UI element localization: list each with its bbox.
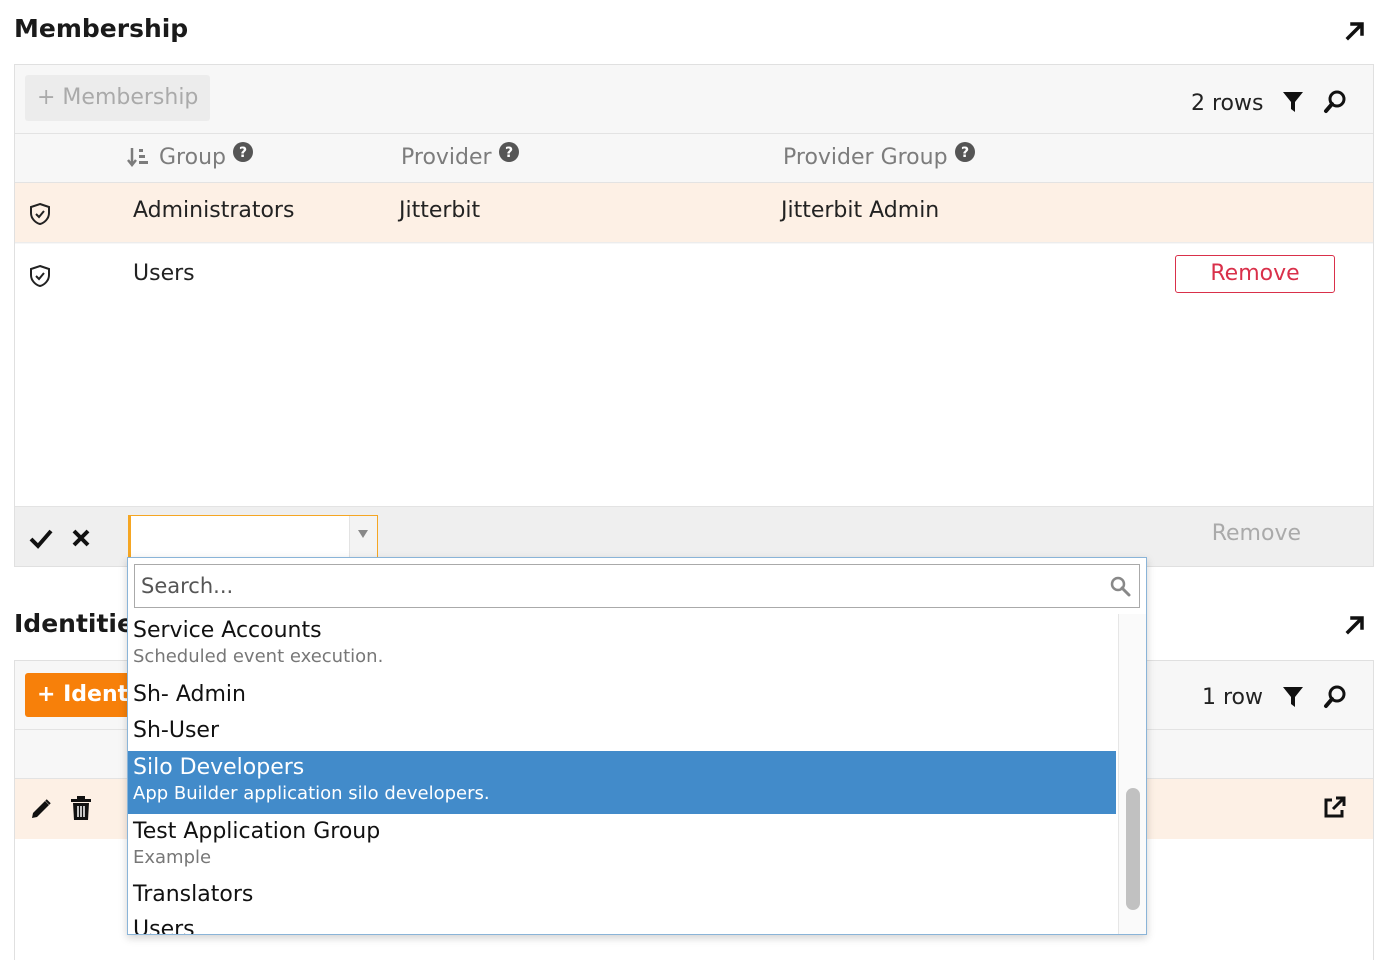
column-header-provider-group[interactable]: Provider Group? xyxy=(783,134,976,182)
trash-icon[interactable] xyxy=(70,795,92,821)
option-description: Scheduled event execution. xyxy=(133,646,384,667)
group-dropdown[interactable]: Service Accounts Scheduled event executi… xyxy=(127,557,1147,935)
scrollbar-thumb[interactable] xyxy=(1126,788,1140,910)
column-group-label: Group xyxy=(159,145,226,170)
option-label: Sh- Admin xyxy=(133,682,246,707)
svg-text:?: ? xyxy=(961,145,969,161)
shield-check-icon xyxy=(30,264,50,288)
option-label: Sh-User xyxy=(133,718,219,743)
search-icon[interactable] xyxy=(1323,89,1347,115)
dropdown-option[interactable]: Test Application Group Example xyxy=(128,814,1116,876)
option-description: App Builder application silo developers. xyxy=(133,783,490,804)
group-cell: Users xyxy=(133,261,195,286)
table-row[interactable]: Administrators Jitterbit Jitterbit Admin xyxy=(15,183,1373,243)
option-label: Silo Developers xyxy=(133,755,305,780)
sort-icon[interactable] xyxy=(127,146,149,168)
group-select[interactable] xyxy=(128,515,378,559)
dropdown-scrollbar[interactable] xyxy=(1118,614,1146,934)
chevron-down-icon xyxy=(358,530,368,538)
column-provider-label: Provider xyxy=(401,145,492,170)
dropdown-option[interactable]: Service Accounts Scheduled event executi… xyxy=(128,614,1116,676)
dropdown-option[interactable]: Users xyxy=(128,913,1116,935)
help-icon[interactable]: ? xyxy=(954,141,976,163)
remove-button[interactable]: Remove xyxy=(1175,255,1335,293)
provider-group-cell: Jitterbit Admin xyxy=(781,198,940,223)
external-link-icon[interactable] xyxy=(1321,795,1347,821)
help-icon[interactable]: ? xyxy=(498,141,520,163)
membership-panel: + Membership 2 rows Group? Provider? Pro… xyxy=(14,64,1374,567)
dropdown-options-list[interactable]: Service Accounts Scheduled event executi… xyxy=(128,614,1116,935)
membership-table-header: Group? Provider? Provider Group? xyxy=(15,133,1373,183)
remove-button-disabled[interactable]: Remove xyxy=(1212,521,1301,546)
option-label: Translators xyxy=(133,882,254,907)
shield-check-icon xyxy=(30,202,50,226)
expand-arrow-icon[interactable] xyxy=(1342,18,1368,44)
dropdown-option[interactable]: Sh- Admin xyxy=(128,676,1116,712)
option-label: Test Application Group xyxy=(133,819,381,844)
column-header-provider[interactable]: Provider? xyxy=(401,134,520,182)
svg-text:?: ? xyxy=(239,145,247,161)
table-row[interactable]: Users Remove xyxy=(15,244,1373,506)
filter-icon[interactable] xyxy=(1281,89,1305,115)
filter-icon[interactable] xyxy=(1281,684,1305,710)
identities-rows-count: 1 row xyxy=(1202,685,1264,710)
column-provider-group-label: Provider Group xyxy=(783,145,948,170)
dropdown-search-input[interactable] xyxy=(135,565,1095,607)
search-icon xyxy=(1110,576,1131,597)
dropdown-search-box[interactable] xyxy=(134,564,1140,608)
checkmark-icon[interactable] xyxy=(29,527,53,549)
expand-arrow-icon[interactable] xyxy=(1342,612,1368,638)
column-header-group[interactable]: Group? xyxy=(127,134,254,182)
option-label: Users xyxy=(133,917,195,935)
add-identity-button[interactable]: + Identity xyxy=(25,673,135,717)
svg-text:?: ? xyxy=(505,145,513,161)
dropdown-option-selected[interactable]: Silo Developers App Builder application … xyxy=(128,751,1116,814)
select-caret-area[interactable] xyxy=(349,516,377,558)
membership-rows-count: 2 rows xyxy=(1191,91,1264,116)
option-description: Example xyxy=(133,847,212,868)
dropdown-option[interactable]: Sh-User xyxy=(128,712,1116,748)
close-icon[interactable] xyxy=(71,528,91,548)
search-icon[interactable] xyxy=(1323,684,1347,710)
help-icon[interactable]: ? xyxy=(232,141,254,163)
option-label: Service Accounts xyxy=(133,618,322,643)
group-cell: Administrators xyxy=(133,198,295,223)
dropdown-option[interactable]: Translators xyxy=(128,877,1116,913)
provider-cell: Jitterbit xyxy=(399,198,481,223)
membership-title: Membership xyxy=(14,14,189,43)
add-membership-button[interactable]: + Membership xyxy=(25,75,211,121)
pencil-icon[interactable] xyxy=(29,797,53,821)
